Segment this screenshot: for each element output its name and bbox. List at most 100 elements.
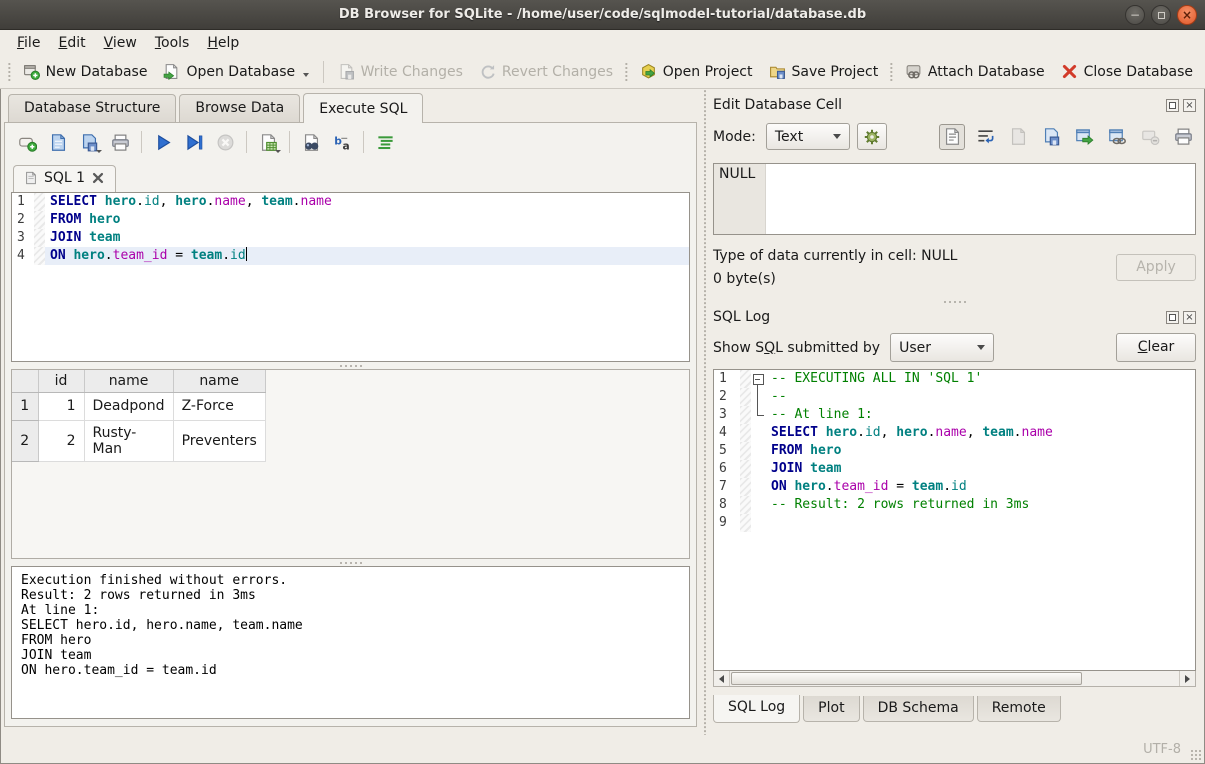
close-tab-icon[interactable] [91, 171, 105, 185]
save-results-button[interactable] [256, 130, 280, 154]
code-text: FROM hero [45, 211, 689, 229]
export-cell-data-icon [1042, 127, 1061, 146]
code-line-4[interactable]: 4SELECT hero.id, hero.name, team.name [714, 424, 1195, 442]
execute-all-button[interactable] [151, 130, 175, 154]
table-cell[interactable]: Rusty-Man [84, 420, 173, 461]
close-database-button[interactable]: Close Database [1053, 58, 1201, 85]
tab-browse-data[interactable]: Browse Data [179, 94, 300, 122]
code-line-1[interactable]: 1SELECT hero.id, hero.name, team.name [12, 193, 689, 211]
format-sql-button[interactable] [373, 130, 397, 154]
float-dock-icon[interactable] [1166, 99, 1179, 112]
toolbar-handle[interactable] [8, 61, 11, 83]
scroll-right-arrow-icon[interactable] [1179, 671, 1195, 686]
sql-document-icon [24, 171, 38, 185]
dropdown-caret-icon[interactable] [303, 73, 309, 77]
code-line-6[interactable]: 6JOIN team [714, 460, 1195, 478]
sql-log-view[interactable]: 1-- EXECUTING ALL IN 'SQL 1'2--3-- At li… [713, 369, 1196, 671]
code-line-3[interactable]: 3JOIN team [12, 229, 689, 247]
column-header-name[interactable]: name [84, 370, 173, 392]
log-horizontal-scrollbar[interactable] [713, 671, 1196, 687]
code-line-2[interactable]: 2-- [714, 388, 1195, 406]
open-project-button[interactable]: Open Project [632, 58, 761, 85]
menu-view[interactable]: View [95, 32, 146, 54]
title-bar[interactable]: DB Browser for SQLite - /home/user/code/… [0, 0, 1205, 30]
dropdown-caret-icon[interactable] [275, 150, 281, 153]
cell-editor[interactable]: NULL [713, 163, 1196, 235]
column-header-id[interactable]: id [38, 370, 84, 392]
submitted-by-select[interactable]: User [890, 333, 994, 362]
save-project-button[interactable]: Save Project [761, 58, 887, 85]
splitter-handle[interactable] [5, 559, 696, 566]
corner-header[interactable] [12, 370, 38, 392]
code-line-4[interactable]: 4ON hero.team_id = team.id [12, 247, 689, 265]
code-line-2[interactable]: 2FROM hero [12, 211, 689, 229]
sql-editor[interactable]: 1SELECT hero.id, hero.name, team.name2FR… [11, 192, 690, 362]
clear-log-button[interactable]: Clear [1116, 333, 1196, 362]
code-line-9[interactable]: 9 [714, 514, 1195, 532]
table-cell[interactable]: 2 [38, 420, 84, 461]
stop-execution-icon [216, 133, 235, 152]
menu-help[interactable]: Help [198, 32, 248, 54]
table-cell[interactable]: Preventers [173, 420, 265, 461]
dock-tab-remote[interactable]: Remote [977, 696, 1061, 722]
resize-grip[interactable] [1190, 749, 1202, 761]
menu-tools[interactable]: Tools [146, 32, 199, 54]
dock-tab-db-schema[interactable]: DB Schema [863, 696, 974, 722]
dock-tab-sql-log[interactable]: SQL Log [713, 695, 800, 723]
table-cell[interactable]: Deadpond [84, 392, 173, 420]
sql-file-tab-label: SQL 1 [44, 170, 85, 186]
export-cell-data-button[interactable] [1038, 124, 1064, 150]
word-wrap-button[interactable] [972, 124, 998, 150]
save-sql-file-button[interactable] [77, 130, 101, 154]
open-sql-file-button[interactable] [46, 130, 70, 154]
scrollbar-thumb[interactable] [731, 672, 1082, 685]
tab-execute-sql[interactable]: Execute SQL [303, 93, 423, 123]
text-mode-button[interactable] [939, 124, 965, 150]
code-line-1[interactable]: 1-- EXECUTING ALL IN 'SQL 1' [714, 370, 1195, 388]
gutter-margin [740, 460, 751, 478]
fold-marker-icon[interactable] [751, 370, 766, 388]
code-line-3[interactable]: 3-- At line 1: [714, 406, 1195, 424]
close-dock-icon[interactable]: × [1183, 99, 1196, 112]
table-cell[interactable]: 1 [38, 392, 84, 420]
table-cell[interactable]: Z-Force [173, 392, 265, 420]
main-area: Database StructureBrowse DataExecute SQL… [0, 89, 1205, 735]
splitter-handle[interactable] [713, 298, 1196, 305]
print-sql-button[interactable] [108, 130, 132, 154]
code-line-7[interactable]: 7ON hero.team_id = team.id [714, 478, 1195, 496]
mode-select[interactable]: Text [766, 123, 850, 150]
code-line-5[interactable]: 5FROM hero [714, 442, 1195, 460]
find-replace-button[interactable] [330, 130, 354, 154]
open-in-external-app-button[interactable] [1071, 124, 1097, 150]
maximize-button[interactable] [1151, 5, 1171, 25]
minimize-button[interactable]: − [1125, 5, 1145, 25]
dropdown-caret-icon[interactable] [96, 150, 102, 153]
scroll-left-arrow-icon[interactable] [714, 671, 730, 686]
close-dock-icon[interactable]: × [1183, 311, 1196, 324]
open-database-button[interactable]: Open Database [155, 58, 317, 85]
new-sql-tab-button[interactable] [15, 130, 39, 154]
close-button[interactable]: × [1177, 5, 1197, 25]
new-database-button[interactable]: New Database [15, 58, 156, 85]
menu-edit[interactable]: Edit [49, 32, 94, 54]
print-cell-button[interactable] [1170, 124, 1196, 150]
tab-database-structure[interactable]: Database Structure [8, 94, 176, 122]
find-button[interactable] [299, 130, 323, 154]
execute-current-line-button[interactable] [182, 130, 206, 154]
splitter-handle[interactable] [5, 362, 696, 369]
open-as-link-button[interactable] [1104, 124, 1130, 150]
dock-tab-plot[interactable]: Plot [803, 696, 859, 722]
menu-file[interactable]: File [8, 32, 49, 54]
code-line-8[interactable]: 8-- Result: 2 rows returned in 3ms [714, 496, 1195, 514]
float-dock-icon[interactable] [1166, 311, 1179, 324]
revert-changes-button: Revert Changes [471, 58, 621, 85]
row-header[interactable]: 1 [12, 392, 38, 420]
gutter-margin [740, 388, 751, 406]
toolbar-handle[interactable] [625, 61, 628, 83]
auto-switch-mode-button[interactable] [857, 123, 887, 150]
sql-file-tab[interactable]: SQL 1 [13, 165, 116, 192]
row-header[interactable]: 2 [12, 420, 38, 461]
column-header-name[interactable]: name [173, 370, 265, 392]
toolbar-handle[interactable] [890, 61, 893, 83]
attach-database-button[interactable]: Attach Database [897, 58, 1053, 85]
